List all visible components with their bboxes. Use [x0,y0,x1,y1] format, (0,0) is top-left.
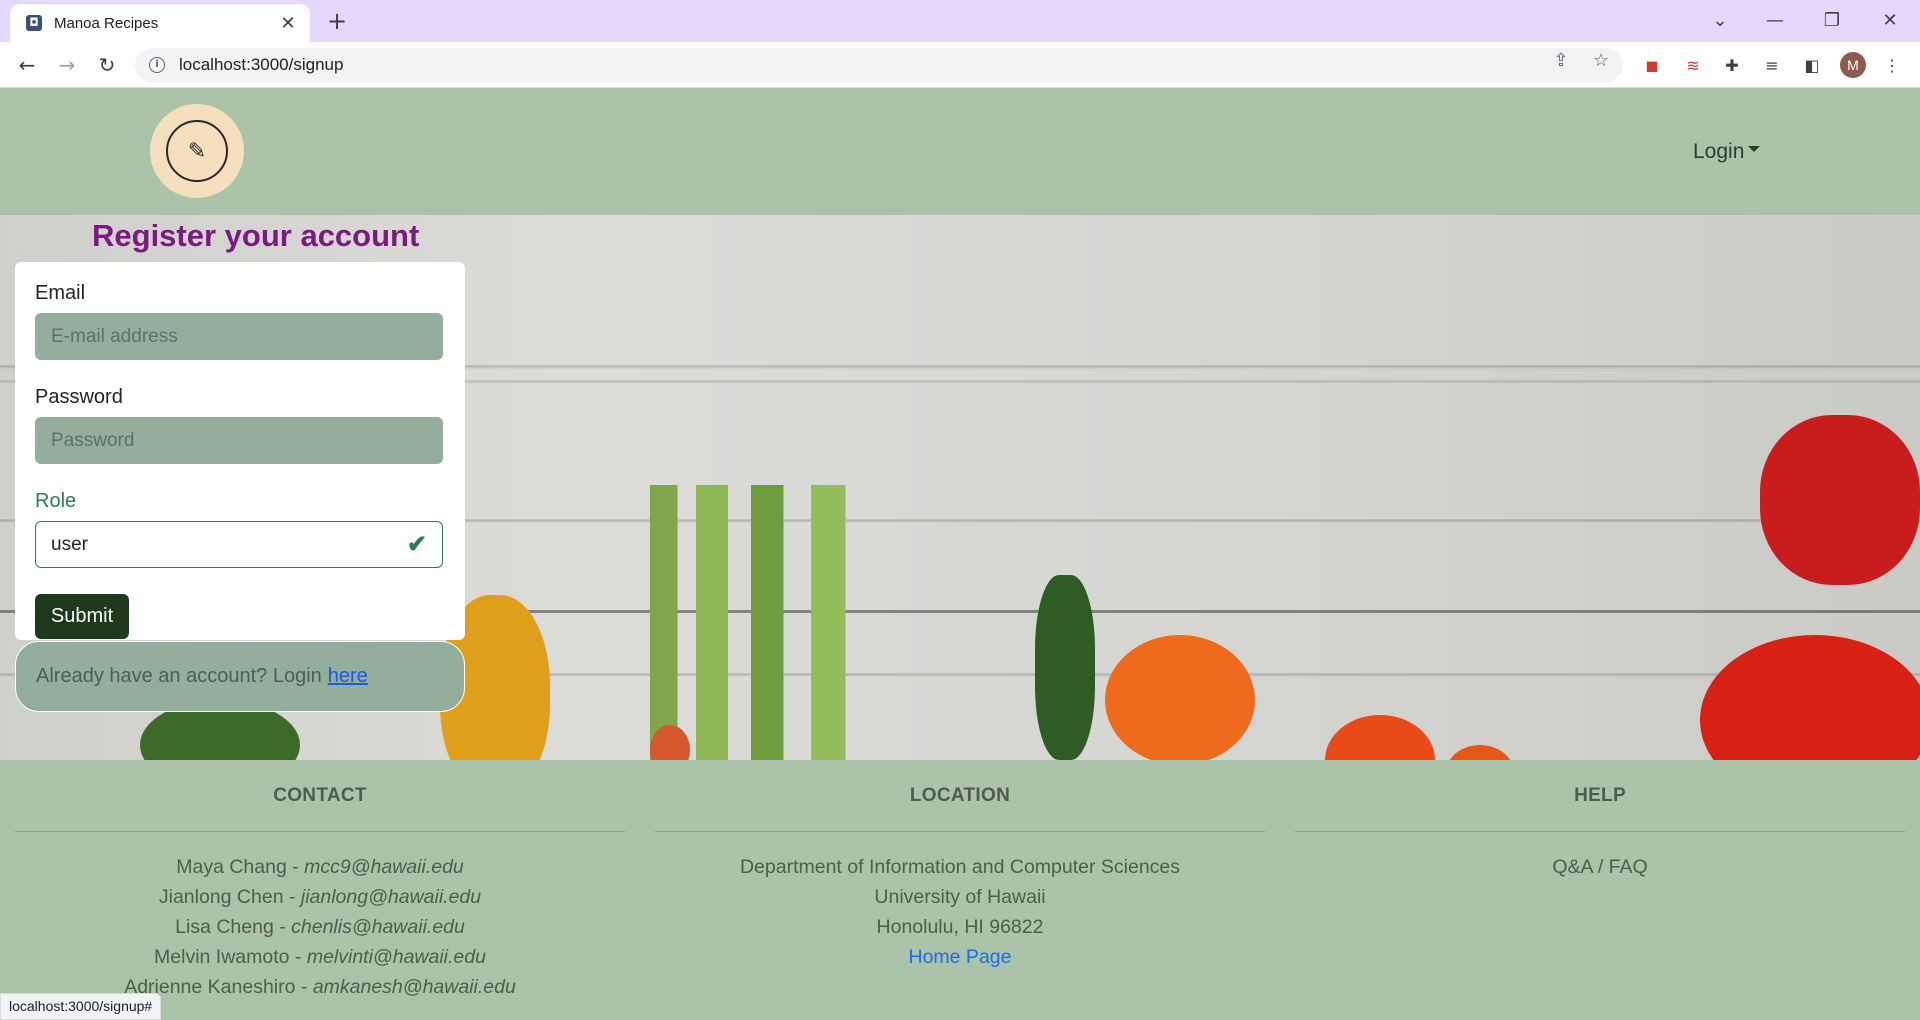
login-dropdown[interactable]: Login [1693,140,1761,164]
new-tab-icon[interactable]: + [322,6,352,36]
browser-tab-strip: ◘ Manoa Recipes ✕ + ⌄ — ❐ ✕ [0,0,1920,42]
manoa-recipes-logo[interactable]: ✎ [150,104,244,198]
role-field[interactable]: user ✔ [35,521,443,568]
footer-location-column: LOCATION Department of Information and C… [655,760,1265,972]
restore-icon[interactable]: ❐ [1812,6,1852,36]
contact-line: Lisa Cheng - chenlis@hawaii.edu [175,916,465,938]
signup-form: Email E-mail address Password Password R… [15,262,465,640]
tab-title: Manoa Recipes [54,14,159,32]
reload-icon[interactable]: ↻ [92,50,122,80]
submit-button[interactable]: Submit [35,594,129,639]
address-line: University of Hawaii [874,886,1046,908]
login-dropdown-label: Login [1693,140,1745,163]
side-panel-icon[interactable]: ◧ [1800,54,1824,78]
divider [15,831,625,832]
contact-email: melvinti@hawaii.edu [306,946,486,968]
forward-icon[interactable]: → [52,50,82,80]
contact-line: Jianlong Chen - jianlong@hawaii.edu [158,886,482,908]
minimize-icon[interactable]: — [1755,6,1795,36]
role-value: user [51,533,88,555]
browser-toolbar: ← → ↻ i localhost:3000/signup ⇪ ☆ ◼ ≋ ✚ … [0,42,1920,88]
share-icon[interactable]: ⇪ [1548,50,1574,71]
site-info-icon[interactable]: i [149,57,165,73]
caret-down-icon [1748,146,1761,153]
help-heading: HELP [1574,785,1626,806]
bookmark-star-icon[interactable]: ☆ [1588,50,1614,71]
email-placeholder: E-mail address [51,325,178,347]
address-bar[interactable]: i localhost:3000/signup [135,48,1623,82]
password-field[interactable]: Password [35,417,443,464]
address-line: Honolulu, HI 96822 [876,916,1044,938]
extension-icon[interactable]: ≋ [1681,54,1705,78]
password-label: Password [35,386,123,408]
login-here-link[interactable]: here [328,665,368,688]
close-tab-icon[interactable]: ✕ [278,13,298,34]
contact-email: chenlis@hawaii.edu [291,916,465,938]
profile-avatar[interactable]: M [1840,52,1866,78]
back-icon[interactable]: ← [12,50,42,80]
contact-email: mcc9@hawaii.edu [304,856,464,878]
contact-heading: CONTACT [273,785,367,806]
divider [1295,831,1905,832]
app-navbar: ✎ Login [0,88,1920,215]
red-pepper-image [1760,415,1920,585]
close-window-icon[interactable]: ✕ [1870,6,1910,36]
login-prompt: Already have an account? Login here [15,641,465,712]
divider [655,831,1265,832]
utensils-icon: ✎ [166,120,228,182]
location-heading: LOCATION [909,785,1011,806]
email-label: Email [35,282,86,304]
address-url: localhost:3000/signup [179,55,344,74]
scallions-image [650,485,880,760]
home-page-link[interactable]: Home Page [655,942,1265,972]
footer: CONTACT Maya Chang - mcc9@hawaii.edu Jia… [0,760,1920,1020]
contact-email: amkanesh@hawaii.edu [312,976,516,998]
checkmark-icon: ✔ [406,531,427,558]
browser-tab[interactable]: ◘ Manoa Recipes ✕ [10,4,310,42]
browser-menu-icon[interactable]: ⋮ [1880,54,1904,78]
status-bar-url: localhost:3000/signup# [0,993,162,1020]
media-control-icon[interactable]: ≡ [1760,54,1784,78]
footer-contact-column: CONTACT Maya Chang - mcc9@hawaii.edu Jia… [15,760,625,1002]
contact-line: Maya Chang - mcc9@hawaii.edu [176,856,464,878]
contact-email: jianlong@hawaii.edu [300,886,482,908]
role-label: Role [35,490,77,512]
login-prompt-text: Already have an account? Login [36,665,322,687]
tab-search-chevron-icon[interactable]: ⌄ [1700,6,1740,36]
faq-link[interactable]: Q&A / FAQ [1295,852,1905,882]
chili-pepper-image [1035,575,1095,760]
tomato-image [1700,635,1920,760]
footer-help-column: HELP Q&A / FAQ [1295,760,1905,882]
tomato-image [1445,745,1515,760]
extension-icon[interactable]: ◼ [1640,54,1664,78]
extensions-puzzle-icon[interactable]: ✚ [1720,54,1744,78]
orange-pepper-image [1105,635,1255,760]
password-placeholder: Password [51,429,135,451]
contact-line: Melvin Iwamoto - melvinti@hawaii.edu [154,946,486,968]
tomato-image [1325,715,1435,760]
page-title: Register your account [92,218,420,253]
email-field[interactable]: E-mail address [35,313,443,360]
site-favicon-icon: ◘ [26,15,42,31]
address-line: Department of Information and Computer S… [739,856,1181,878]
